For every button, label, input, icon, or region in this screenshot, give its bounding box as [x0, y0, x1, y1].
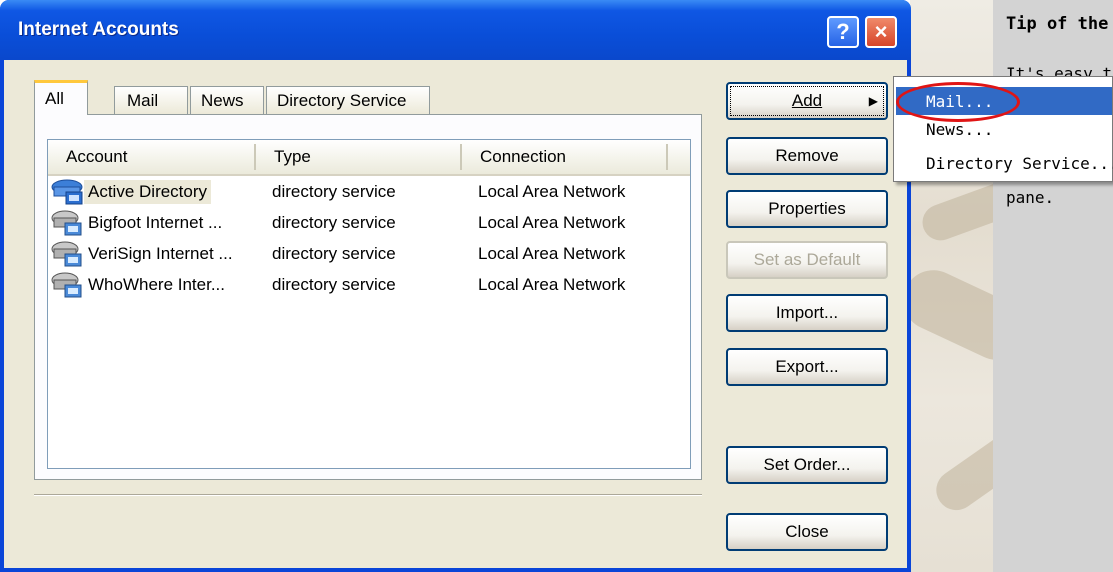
column-header-type[interactable]: Type [256, 144, 462, 170]
help-icon: ? [836, 19, 850, 44]
account-connection: Local Area Network [478, 212, 626, 232]
account-type: directory service [272, 181, 396, 201]
button-label: Set Order... [763, 455, 851, 474]
tab-news[interactable]: News [190, 86, 264, 114]
account-name: VeriSign Internet ... [88, 243, 233, 263]
button-label: Export... [775, 357, 839, 376]
close-icon: × [874, 19, 888, 44]
accounts-list[interactable]: Account Type Connection Active Directory [47, 139, 691, 469]
button-label: Remove [775, 146, 839, 165]
tab-directory-service[interactable]: Directory Service [266, 86, 430, 114]
account-name: Bigfoot Internet ... [88, 212, 223, 232]
list-item[interactable]: Active Directory directory service Local… [48, 176, 690, 207]
highlight-annotation [896, 82, 1020, 122]
account-type: directory service [272, 212, 396, 232]
account-name: Active Directory [84, 179, 212, 204]
account-name: WhoWhere Inter... [88, 274, 225, 294]
export-button[interactable]: Export... [726, 348, 888, 386]
list-item[interactable]: Bigfoot Internet ... directory service L… [48, 207, 690, 238]
account-type: directory service [272, 243, 396, 263]
button-label: Import... [775, 303, 839, 322]
directory-service-icon [51, 241, 82, 266]
tab-label: Mail [127, 90, 159, 110]
directory-service-icon [51, 210, 82, 235]
tab-label: News [201, 90, 244, 110]
tab-label: All [45, 89, 64, 108]
menu-item-label: Directory Service... [926, 153, 1113, 173]
import-button[interactable]: Import... [726, 294, 888, 332]
set-as-default-button[interactable]: Set as Default [726, 241, 888, 279]
button-label: Close [785, 522, 829, 541]
tab-panel: Account Type Connection Active Directory [34, 114, 702, 480]
account-connection: Local Area Network [478, 243, 626, 263]
title-bar[interactable]: Internet Accounts [0, 0, 911, 60]
list-item[interactable]: WhoWhere Inter... directory service Loca… [48, 269, 690, 300]
window-title: Internet Accounts [18, 19, 179, 40]
list-header: Account Type Connection [48, 140, 690, 176]
set-order-button[interactable]: Set Order... [726, 446, 888, 484]
button-label: Set as Default [753, 250, 861, 269]
list-item[interactable]: VeriSign Internet ... directory service … [48, 238, 690, 269]
column-label: Type [274, 147, 311, 166]
button-label: Properties [768, 199, 846, 218]
tip-text-line: pane. [1006, 188, 1055, 207]
column-label: Account [66, 147, 128, 166]
column-header-connection[interactable]: Connection [462, 144, 668, 170]
active-directory-icon [51, 179, 83, 204]
account-type: directory service [272, 274, 396, 294]
tab-label: Directory Service [277, 90, 407, 110]
directory-service-icon [51, 272, 82, 297]
properties-button[interactable]: Properties [726, 190, 888, 228]
help-button[interactable]: ? [827, 16, 859, 48]
tip-title: Tip of the [1006, 14, 1109, 34]
divider [34, 494, 702, 496]
add-button[interactable]: Add ▶ [726, 82, 888, 120]
tab-all[interactable]: All [34, 80, 88, 115]
tab-mail[interactable]: Mail [114, 86, 188, 114]
close-window-button[interactable]: × [865, 16, 897, 48]
column-header-account[interactable]: Account [48, 144, 256, 170]
close-button[interactable]: Close [726, 513, 888, 551]
account-connection: Local Area Network [478, 274, 626, 294]
menu-item-label: News... [926, 119, 994, 139]
column-label: Connection [480, 147, 567, 166]
account-connection: Local Area Network [478, 181, 626, 201]
button-label: Add [791, 91, 823, 110]
submenu-arrow-icon: ▶ [868, 94, 878, 108]
menu-item-directory-service[interactable]: Directory Service... [896, 149, 1113, 177]
remove-button[interactable]: Remove [726, 137, 888, 175]
